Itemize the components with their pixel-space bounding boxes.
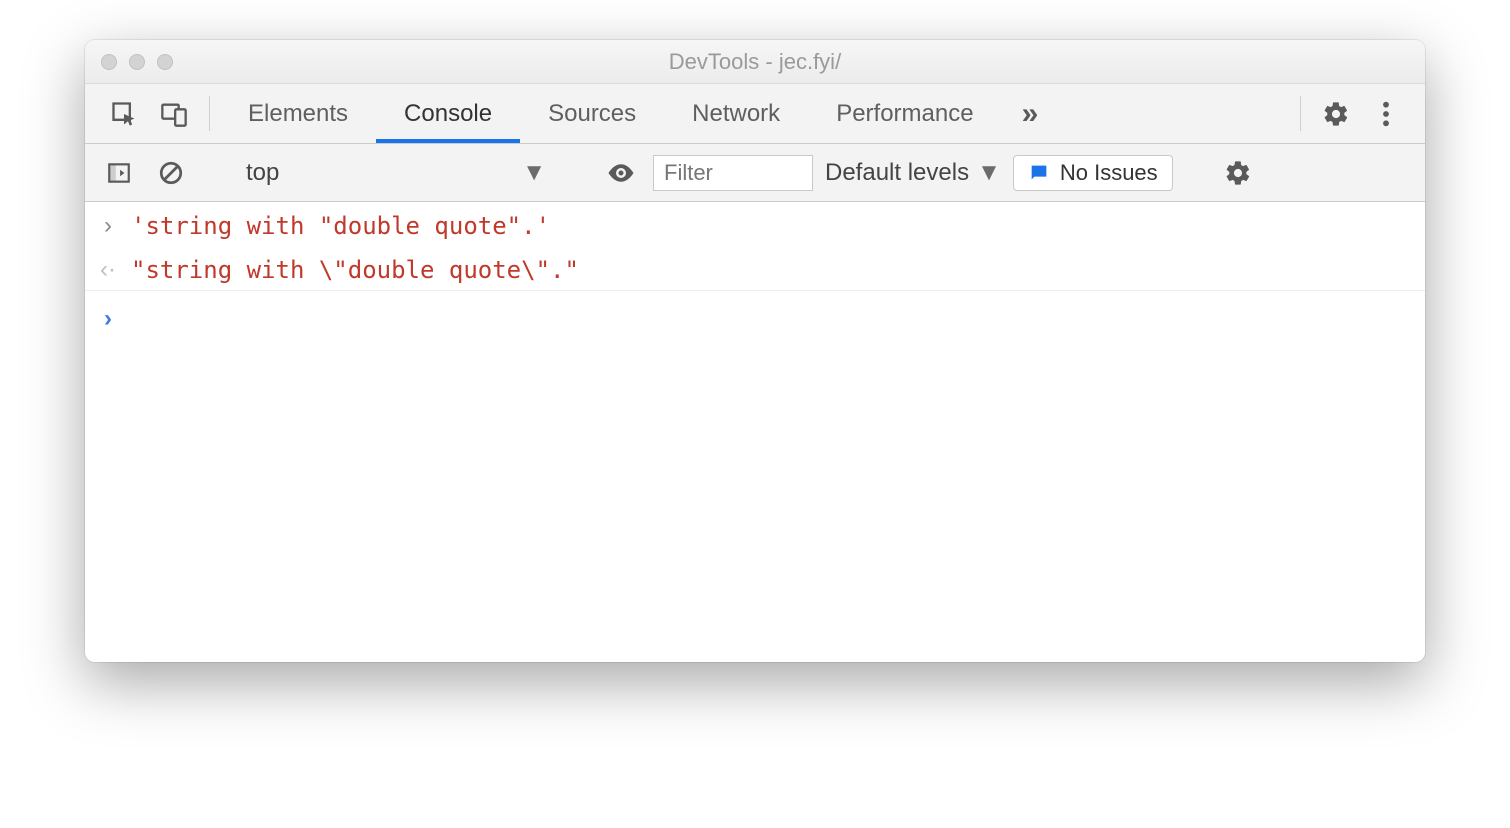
- window-titlebar: DevTools - jec.fyi/: [85, 40, 1425, 84]
- console-text: "string with \"double quote\".": [131, 252, 579, 288]
- chevron-double-right-icon: »: [1022, 97, 1039, 131]
- chevron-right-icon: ›: [99, 301, 117, 337]
- console-settings-button[interactable]: [1218, 159, 1258, 187]
- ban-icon: [158, 160, 184, 186]
- zoom-window-button[interactable]: [157, 54, 173, 70]
- tab-performance[interactable]: Performance: [808, 84, 1001, 143]
- issues-button[interactable]: No Issues: [1013, 155, 1173, 191]
- levels-label: Default levels: [825, 159, 969, 187]
- tab-console[interactable]: Console: [376, 84, 520, 143]
- clear-console-button[interactable]: [151, 160, 191, 186]
- panel-tabbar: Elements Console Sources Network Perform…: [85, 84, 1425, 144]
- divider: [209, 96, 210, 131]
- console-result: ‹· "string with \"double quote\".": [85, 246, 1425, 291]
- panel-tabs: Elements Console Sources Network Perform…: [220, 84, 1002, 143]
- minimize-window-button[interactable]: [129, 54, 145, 70]
- chevron-down-icon: ▼: [522, 159, 546, 187]
- sidebar-icon: [106, 160, 132, 186]
- issues-label: No Issues: [1060, 160, 1158, 186]
- eye-icon: [606, 158, 636, 188]
- console-toolbar: top ▼ Default levels ▼ No Issues: [85, 144, 1425, 202]
- inspect-element-icon[interactable]: [99, 84, 149, 143]
- tab-label: Sources: [548, 100, 636, 128]
- traffic-lights: [101, 54, 173, 70]
- console-output: › 'string with "double quote".' ‹· "stri…: [85, 202, 1425, 662]
- device-toolbar-icon[interactable]: [149, 84, 199, 143]
- kebab-icon: [1382, 100, 1390, 128]
- console-text: 'string with "double quote".': [131, 208, 550, 244]
- chevron-down-icon: ▼: [977, 159, 1001, 187]
- more-tabs-button[interactable]: »: [1002, 84, 1059, 143]
- console-prompt[interactable]: ›: [85, 291, 1425, 347]
- log-level-selector[interactable]: Default levels ▼: [825, 159, 1001, 187]
- gear-icon: [1224, 159, 1252, 187]
- tab-label: Network: [692, 100, 780, 128]
- window-title: DevTools - jec.fyi/: [85, 49, 1425, 75]
- console-input-echo: › 'string with "double quote".': [85, 202, 1425, 246]
- live-expression-button[interactable]: [601, 158, 641, 188]
- close-window-button[interactable]: [101, 54, 117, 70]
- tab-label: Elements: [248, 100, 348, 128]
- context-label: top: [246, 159, 279, 187]
- execution-context-selector[interactable]: top ▼: [236, 159, 556, 187]
- gear-icon: [1322, 100, 1350, 128]
- chevron-left-icon: ‹·: [99, 252, 117, 288]
- filter-input[interactable]: [653, 155, 813, 191]
- tab-network[interactable]: Network: [664, 84, 808, 143]
- more-options-button[interactable]: [1361, 84, 1411, 143]
- tab-label: Console: [404, 100, 492, 128]
- devtools-window: DevTools - jec.fyi/ Elements Console Sou…: [85, 40, 1425, 662]
- settings-button[interactable]: [1311, 84, 1361, 143]
- tab-sources[interactable]: Sources: [520, 84, 664, 143]
- divider: [1300, 96, 1301, 131]
- tab-label: Performance: [836, 100, 973, 128]
- console-sidebar-toggle[interactable]: [99, 160, 139, 186]
- chevron-right-icon: ›: [99, 208, 117, 244]
- tab-elements[interactable]: Elements: [220, 84, 376, 143]
- chat-icon: [1028, 162, 1050, 184]
